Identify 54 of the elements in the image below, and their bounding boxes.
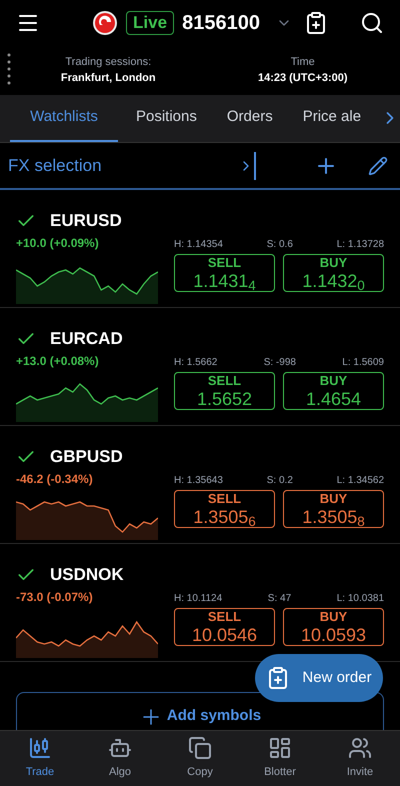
nav-item[interactable]: Invite — [320, 731, 400, 786]
low-value: L: 1.5609 — [342, 356, 384, 370]
candlestick-icon — [28, 736, 52, 760]
change-value: -46.2 (-0.34%) — [16, 471, 94, 488]
new-order-button[interactable]: New order — [255, 654, 383, 702]
account-badge: Live — [126, 10, 174, 34]
nav-item[interactable]: Trade — [0, 731, 80, 786]
spread-value: S: -998 — [264, 356, 296, 370]
high-value: H: 10.1124 — [174, 592, 222, 606]
time-value: 14:23 (UTC+3:00) — [258, 71, 348, 86]
buy-button[interactable]: BUY 10.0593 — [283, 608, 384, 646]
account-number[interactable]: 8156100 — [182, 8, 260, 38]
high-value: H: 1.14354 — [174, 238, 223, 252]
drag-handle-icon[interactable] — [7, 53, 11, 87]
sessions-label: Trading sessions: — [65, 54, 152, 70]
symbol-name: USDNOK — [50, 564, 124, 586]
sessions-value: Frankfurt, London — [60, 71, 156, 86]
nav-item[interactable]: Algo — [80, 731, 160, 786]
change-value: +13.0 (+0.08%) — [16, 353, 100, 370]
spread-value: S: 0.2 — [266, 474, 293, 488]
symbol-name: GBPUSD — [50, 446, 123, 468]
nav-item[interactable]: Copy — [160, 731, 240, 786]
buy-button[interactable]: BUY 1.4654 — [283, 372, 384, 410]
edit-icon[interactable] — [368, 156, 388, 176]
sell-button[interactable]: SELL 1.3505$_{6}$ — [174, 490, 275, 528]
change-value: +10.0 (+0.09%) — [16, 235, 100, 252]
tab[interactable]: Orders — [214, 95, 285, 142]
low-value: L: 10.0381 — [336, 592, 384, 606]
clipboard-icon[interactable] — [304, 10, 328, 34]
time-label: Time — [290, 54, 315, 70]
people-icon — [348, 736, 372, 760]
change-value: -73.0 (-0.07%) — [16, 589, 94, 606]
tab[interactable]: Positions — [124, 95, 209, 142]
search-icon[interactable] — [360, 10, 384, 34]
nav-item[interactable]: Blotter — [240, 731, 320, 786]
tab[interactable]: Watchlists — [10, 95, 118, 142]
grid-icon — [268, 736, 292, 760]
sell-button[interactable]: SELL 1.1431$_{4}$ — [174, 254, 275, 292]
spread-value: S: 0.6 — [266, 238, 293, 252]
copy-icon — [188, 736, 212, 760]
sell-button[interactable]: SELL 10.0546 — [174, 608, 275, 646]
buy-button[interactable]: BUY 1.3505$_{8}$ — [283, 490, 384, 528]
logo-icon — [92, 10, 118, 36]
symbol-name: EURCAD — [50, 328, 123, 350]
watchlist-title[interactable]: FX selection — [8, 152, 238, 178]
symbol-name: EURUSD — [50, 210, 122, 232]
sell-button[interactable]: SELL 1.5652 — [174, 372, 275, 410]
low-value: L: 1.13728 — [336, 238, 384, 252]
spread-value: S: 47 — [268, 592, 292, 606]
buy-button[interactable]: BUY 1.1432$_{0}$ — [283, 254, 384, 292]
high-value: H: 1.5662 — [174, 356, 218, 370]
low-value: L: 1.34562 — [336, 474, 384, 488]
high-value: H: 1.35643 — [174, 474, 223, 488]
tab[interactable]: Price ale — [290, 95, 374, 142]
